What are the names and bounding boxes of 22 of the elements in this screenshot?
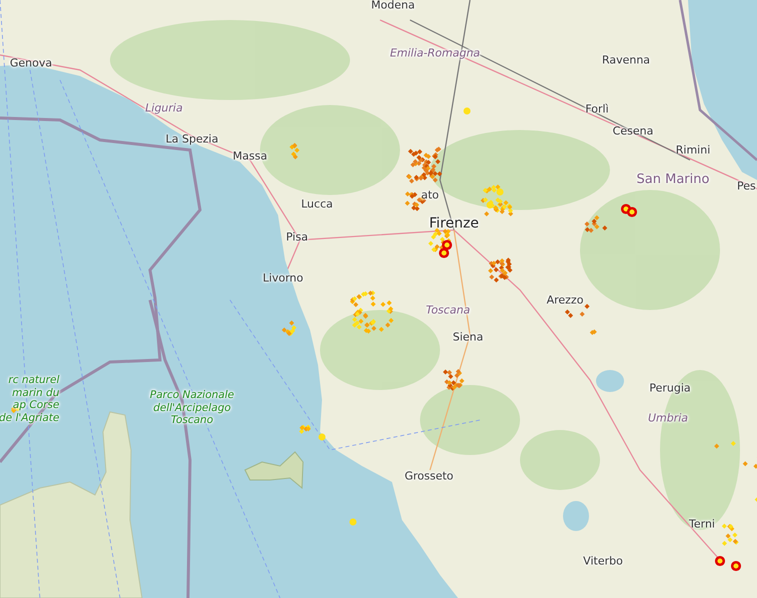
map-drawing[interactable] [0,0,757,598]
region-label: Umbria [648,411,688,425]
city-label: Rimini [676,143,710,157]
city-label: Viterbo [583,554,623,568]
country-label: San Marino [636,172,710,188]
city-label: Modena [371,0,415,12]
city-label: La Spezia [166,132,218,146]
region-label: Liguria [145,101,183,115]
park-label: Parco Nazionale dell'Arcipelago Toscano [150,389,234,427]
city-label: ato [421,188,439,202]
city-label: Lucca [301,197,333,211]
city-label: Arezzo [546,293,584,307]
city-label: Genova [10,56,52,70]
city-label: Pes [737,179,756,193]
city-label: Perugia [649,381,691,395]
city-label: Terni [689,517,715,531]
city-label: Massa [232,149,268,163]
city-label: Livorno [262,271,304,285]
city-label: Ravenna [602,53,650,67]
city-label: Grosseto [404,469,454,483]
city-label: Forlì [585,102,609,116]
city-label: Pisa [286,230,308,244]
